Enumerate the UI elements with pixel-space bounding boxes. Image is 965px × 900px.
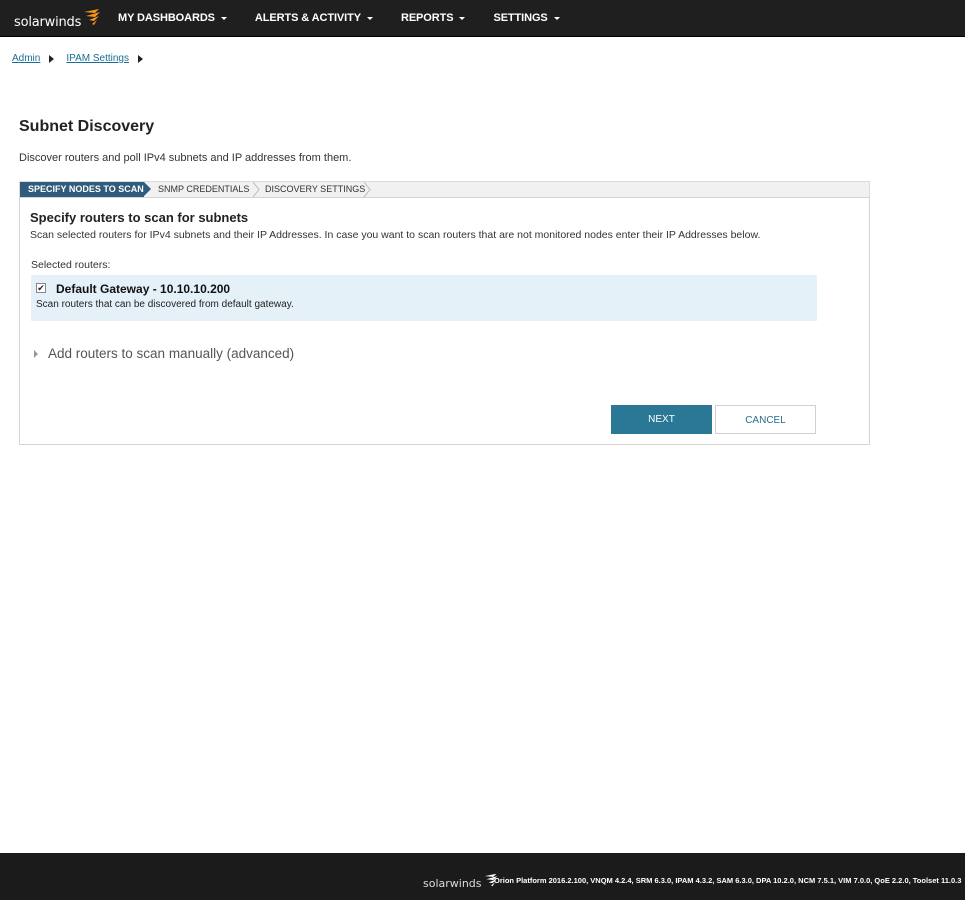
nav-reports[interactable]: REPORTS — [401, 0, 493, 37]
nav-my-dashboards-label: MY DASHBOARDS — [118, 12, 215, 24]
top-nav-bar: solarwinds MY DASHBOARDS ALERTS & ACTIVI… — [0, 0, 965, 37]
cancel-button[interactable]: CANCEL — [715, 405, 816, 434]
router-subtitle: Scan routers that can be discovered from… — [36, 299, 294, 310]
page-title: Subnet Discovery — [19, 118, 155, 135]
step-separator-icon — [252, 182, 260, 197]
nav-settings[interactable]: SETTINGS — [493, 0, 587, 37]
footer: solarwinds Orion Platform 2016.2.100, VN… — [0, 853, 965, 900]
breadcrumb-admin[interactable]: Admin — [12, 53, 40, 64]
breadcrumb-arrow-icon — [49, 54, 55, 63]
add-routers-manually-toggle[interactable]: Add routers to scan manually (advanced) — [34, 346, 294, 361]
wizard-steps: SPECIFY NODES TO SCAN SNMP CREDENTIALS D… — [19, 181, 870, 197]
nav-my-dashboards[interactable]: MY DASHBOARDS — [118, 0, 255, 37]
caret-down-icon — [220, 17, 227, 20]
nav-reports-label: REPORTS — [400, 12, 454, 24]
breadcrumb-ipam-settings[interactable]: IPAM Settings — [66, 53, 129, 64]
panel-description: Scan selected routers for IPv4 subnets a… — [30, 229, 761, 241]
nav-settings-label: SETTINGS — [493, 12, 548, 24]
wizard-step-snmp-credentials: SNMP CREDENTIALS — [158, 184, 250, 194]
caret-down-icon — [553, 17, 560, 20]
wizard-step-discovery-settings: DISCOVERY SETTINGS — [265, 184, 366, 194]
add-routers-manually-label: Add routers to scan manually (advanced) — [48, 346, 295, 361]
caret-down-icon — [366, 17, 373, 20]
solarwinds-logo[interactable]: solarwinds — [14, 8, 101, 30]
router-checkbox[interactable]: ✔ — [36, 283, 46, 293]
breadcrumb: Admin IPAM Settings — [12, 53, 155, 64]
logo-text: solarwinds — [14, 15, 82, 30]
breadcrumb-arrow-icon — [137, 54, 143, 63]
wizard-panel: Specify routers to scan for subnets Scan… — [19, 197, 870, 445]
panel-title: Specify routers to scan for subnets — [30, 210, 249, 225]
selected-routers-label: Selected routers: — [31, 259, 111, 271]
footer-logo-text: solarwinds — [423, 877, 482, 890]
next-button[interactable]: NEXT — [611, 405, 712, 434]
router-item-default-gateway: ✔ Default Gateway - 10.10.10.200 Scan ro… — [31, 275, 817, 321]
step-separator-icon — [363, 182, 371, 197]
nav-alerts-activity-label: ALERTS & ACTIVITY — [254, 12, 361, 24]
caret-down-icon — [459, 17, 466, 20]
main-nav: MY DASHBOARDS ALERTS & ACTIVITY REPORTS … — [118, 0, 588, 37]
solarwinds-flare-icon — [84, 9, 101, 25]
footer-logo: solarwinds — [423, 873, 498, 890]
nav-alerts-activity[interactable]: ALERTS & ACTIVITY — [255, 0, 401, 37]
wizard-step-specify-nodes: SPECIFY NODES TO SCAN — [20, 182, 151, 197]
page-description: Discover routers and poll IPv4 subnets a… — [19, 152, 352, 164]
router-title: Default Gateway - 10.10.10.200 — [56, 282, 231, 296]
expand-arrow-icon — [34, 349, 38, 358]
footer-versions: Orion Platform 2016.2.100, VNQM 4.2.4, S… — [494, 876, 962, 885]
